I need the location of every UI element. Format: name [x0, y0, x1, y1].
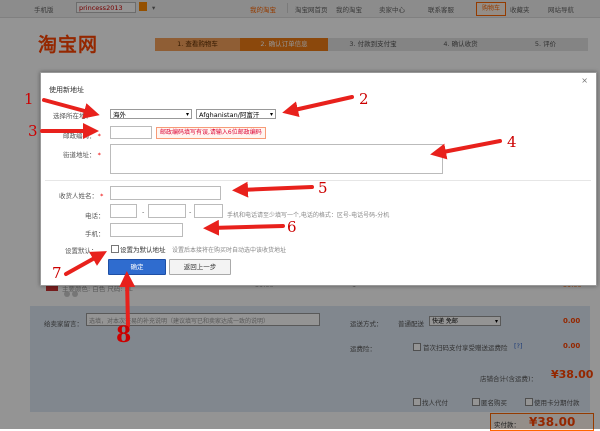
annotation-7: 7: [52, 264, 62, 282]
arrow-5: [232, 181, 314, 198]
arrow-8: [119, 271, 136, 328]
arrow-6: [203, 219, 285, 236]
annotation-8: 8: [116, 322, 132, 348]
arrow-4: [430, 139, 502, 160]
annotation-4: 4: [507, 133, 517, 151]
arrow-2: [282, 95, 354, 118]
annotation-3: 3: [28, 122, 38, 140]
annotation-2: 2: [359, 90, 369, 108]
annotation-1: 1: [24, 90, 34, 108]
annotation-5: 5: [318, 179, 328, 197]
arrow-1: [42, 98, 100, 119]
annotation-arrows: [40, 95, 502, 328]
arrow-7: [64, 251, 107, 276]
annotation-6: 6: [287, 218, 297, 236]
